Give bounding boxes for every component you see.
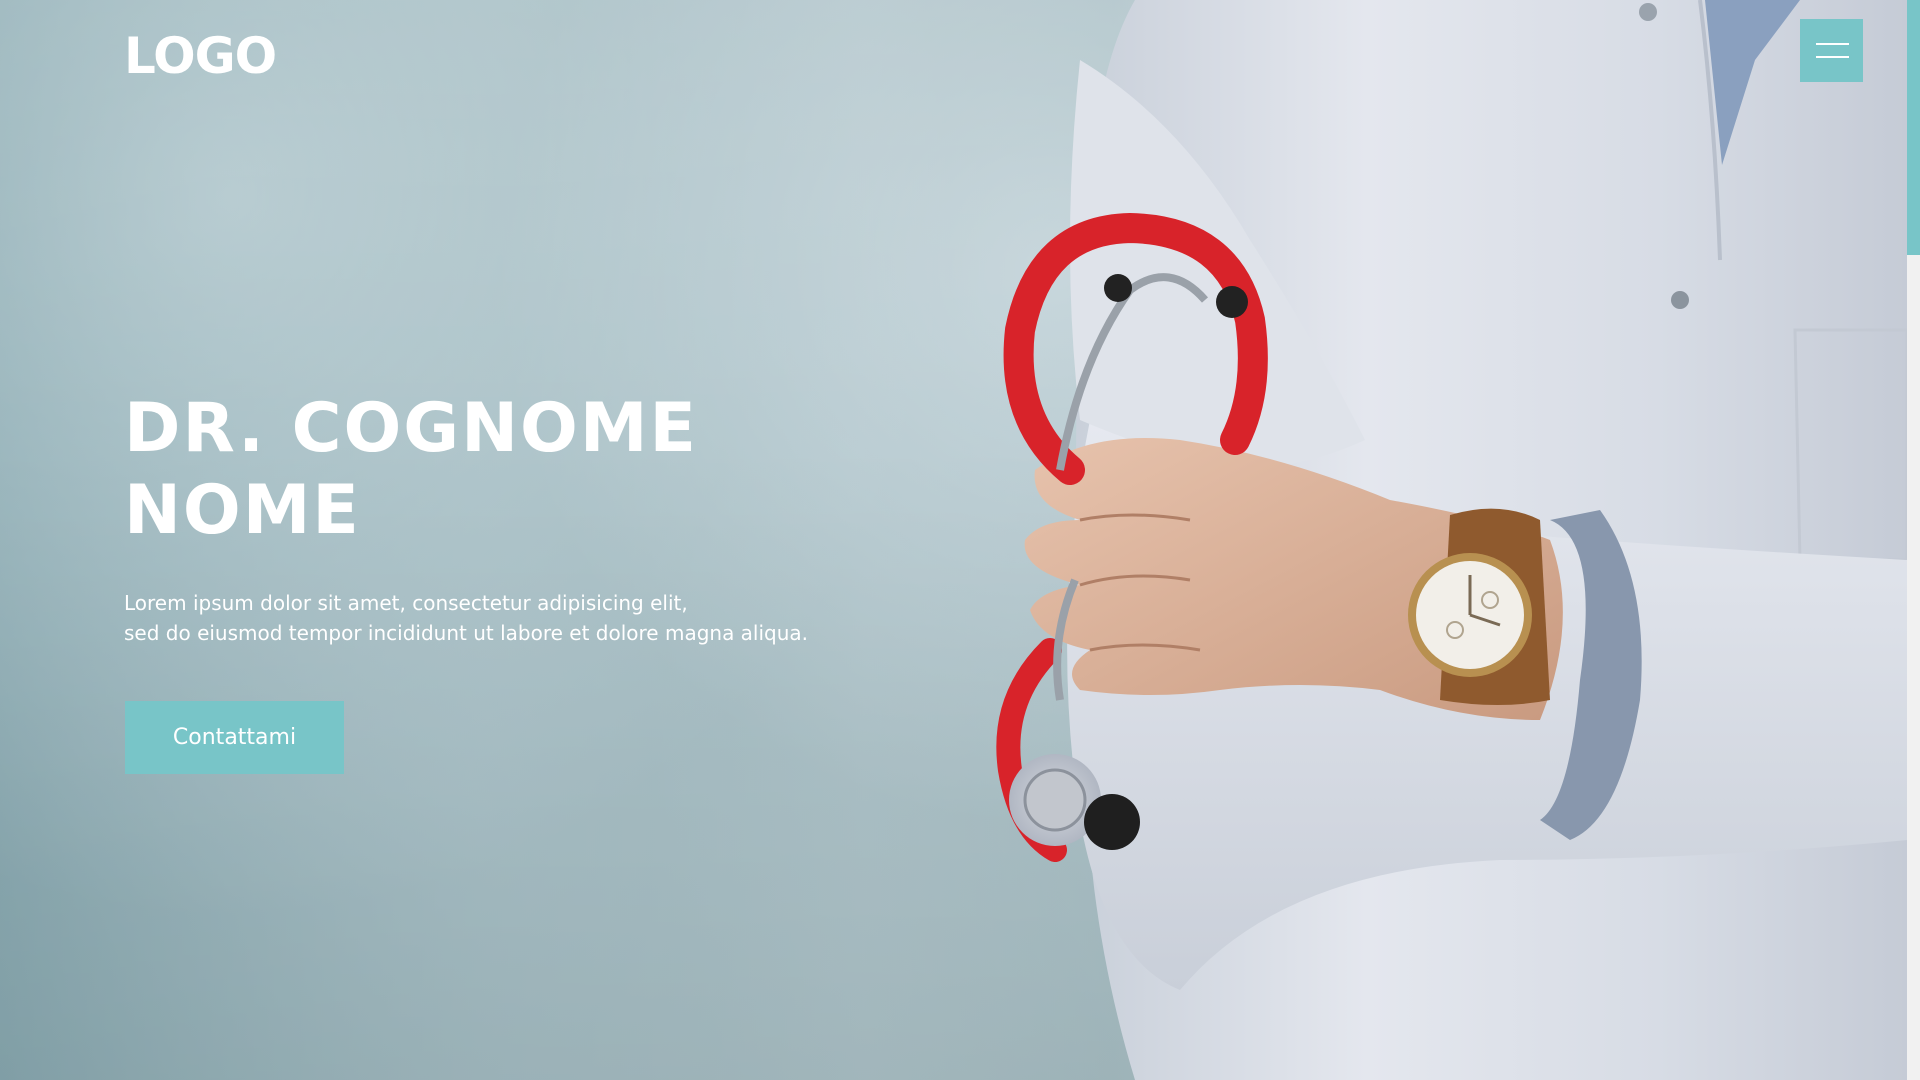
hero-title-line1: DR. COGNOME [124, 389, 698, 468]
hero-description: Lorem ipsum dolor sit amet, consectetur … [124, 588, 808, 648]
scrollbar-track[interactable] [1907, 255, 1920, 1080]
menu-button[interactable] [1800, 19, 1863, 82]
hero-description-line2: sed do eiusmod tempor incididunt ut labo… [124, 621, 809, 645]
hero-description-line1: Lorem ipsum dolor sit amet, consectetur … [124, 591, 688, 615]
contact-button[interactable]: Contattami [125, 701, 344, 774]
logo[interactable]: LOGO [124, 26, 277, 86]
hamburger-menu-icon [1816, 43, 1849, 45]
hero-page: LOGO DR. COGNOME NOME Lorem ipsum dolor … [0, 0, 1920, 1080]
scrollbar-thumb[interactable] [1907, 0, 1920, 255]
hamburger-menu-icon-bar [1816, 56, 1849, 58]
hero-title: DR. COGNOME NOME [124, 388, 698, 552]
hero-title-line2: NOME [124, 471, 361, 550]
